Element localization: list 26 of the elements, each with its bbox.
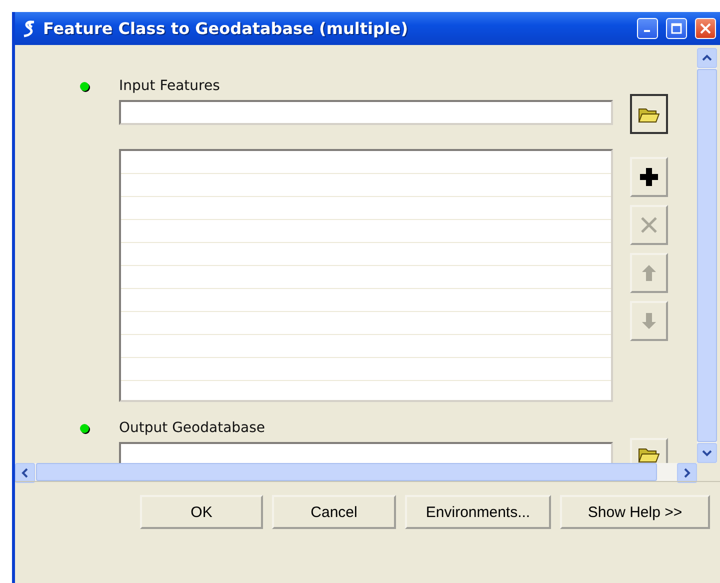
chevron-icon — [20, 468, 30, 478]
input-features-field[interactable] — [119, 100, 613, 125]
horizontal-scrollbar[interactable] — [15, 463, 697, 481]
window-title: Feature Class to Geodatabase (multiple) — [43, 19, 410, 38]
input-features-label: Input Features — [119, 78, 220, 94]
chevron-icon — [702, 53, 712, 63]
down-arrow-icon — [641, 312, 657, 330]
maximize-button[interactable] — [666, 18, 687, 39]
delete-icon — [640, 216, 658, 234]
script-icon — [21, 20, 37, 38]
browse-button[interactable] — [630, 94, 668, 134]
up-arrow-icon — [641, 264, 657, 282]
minimize-button[interactable] — [637, 18, 658, 39]
close-icon — [700, 23, 711, 34]
ok-button[interactable]: OK — [140, 495, 263, 529]
environments-button[interactable]: Environments... — [405, 495, 551, 529]
plus-icon — [639, 167, 659, 187]
input-features-list[interactable] — [119, 149, 613, 402]
close-button[interactable] — [695, 18, 716, 39]
output-geodatabase-label: Output Geodatabase — [119, 420, 266, 436]
list-add-button[interactable] — [630, 157, 668, 197]
vertical-scrollbar[interactable] — [697, 48, 717, 463]
cancel-button[interactable]: Cancel — [272, 495, 396, 529]
show-help-button[interactable]: Show Help >> — [560, 495, 710, 529]
output-geodatabase-field[interactable] — [119, 442, 613, 463]
maximize-icon — [671, 23, 682, 34]
